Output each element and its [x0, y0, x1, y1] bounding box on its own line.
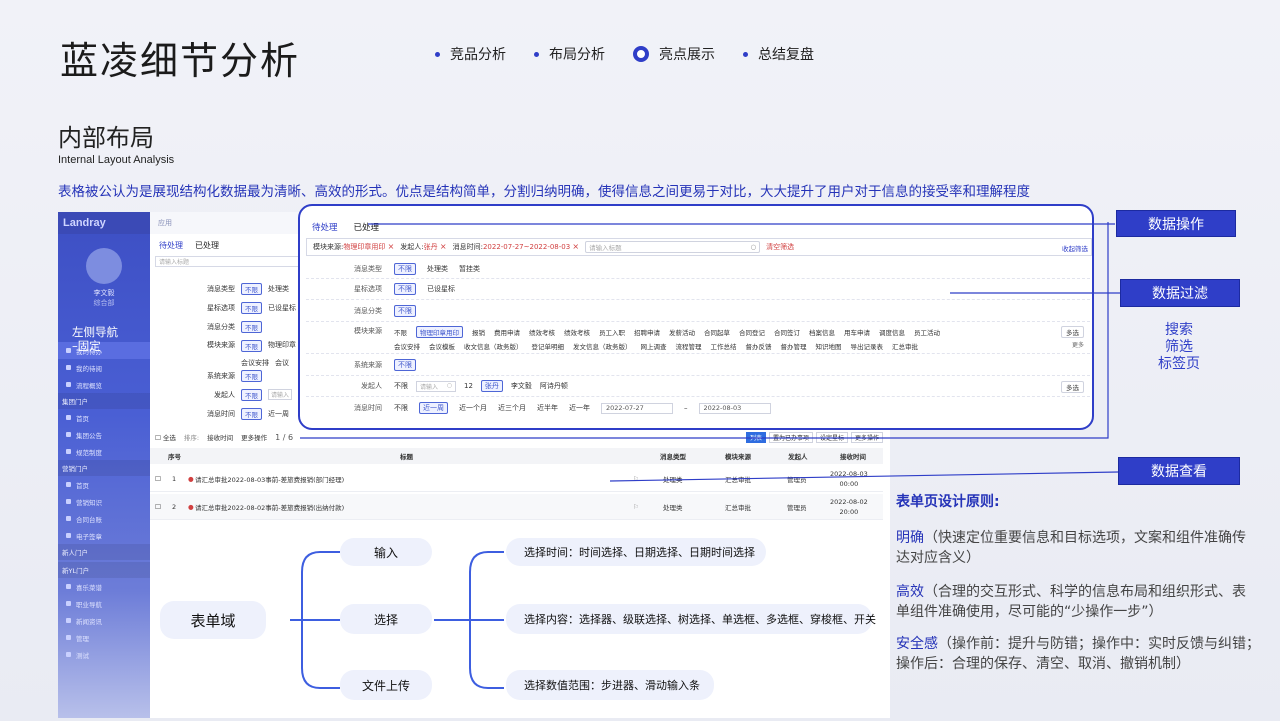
- feature-filter: 筛选: [1165, 339, 1193, 355]
- principle-key: 安全感: [896, 636, 938, 652]
- callout-data-operation: 数据操作: [1116, 210, 1236, 237]
- principles-title: 表单页设计原则:: [896, 494, 1000, 510]
- filter-features: 搜索 筛选 标签页: [1158, 322, 1200, 373]
- principle-desc: （操作前：提升与防错；操作中：实时反馈与纠错；操作后：合理的保存、清空、取消、撤…: [896, 636, 1260, 672]
- feature-search: 搜索: [1165, 322, 1193, 338]
- principle-item: 明确（快速定位重要信息和目标选项，文案和组件准确传达对应含义）: [896, 528, 1256, 568]
- callout-data-view: 数据查看: [1118, 457, 1240, 485]
- principle-item: 安全感（操作前：提升与防错；操作中：实时反馈与纠错；操作后：合理的保存、清空、取…: [896, 634, 1272, 674]
- principle-item: 高效（合理的交互形式、科学的信息布局和组织形式、表单组件准确使用，尽可能的“少操…: [896, 582, 1256, 622]
- principle-key: 明确: [896, 530, 924, 546]
- principle-desc: （快速定位重要信息和目标选项，文案和组件准确传达对应含义）: [896, 530, 1246, 566]
- principle-desc: （合理的交互形式、科学的信息布局和组织形式、表单组件准确使用，尽可能的“少操作一…: [896, 584, 1246, 620]
- callout-data-filter: 数据过滤: [1120, 279, 1240, 307]
- feature-tabs: 标签页: [1158, 356, 1200, 372]
- principle-key: 高效: [896, 584, 924, 600]
